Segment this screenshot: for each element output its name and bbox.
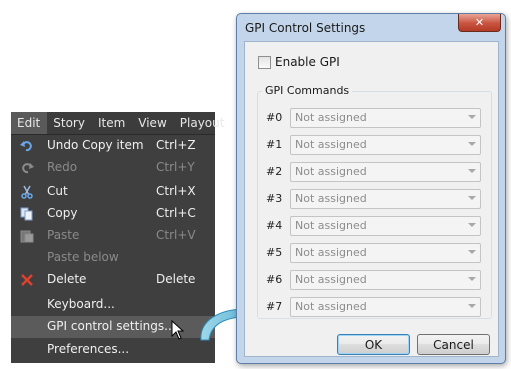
chevron-down-icon: [468, 196, 476, 200]
paste-icon: [19, 228, 35, 244]
gpi-command-row: #6 Not assigned: [245, 270, 498, 292]
gpi-command-select[interactable]: Not assigned: [290, 135, 481, 155]
menu-edit[interactable]: Edit: [11, 112, 48, 134]
menu-item-shortcut: Delete: [156, 272, 196, 286]
enable-gpi-checkbox[interactable]: [258, 56, 271, 69]
menu-item-label: GPI control settings...: [47, 319, 176, 333]
menu-item-copy[interactable]: Copy Ctrl+C: [11, 203, 215, 225]
gpi-command-select[interactable]: Not assigned: [290, 216, 481, 236]
gpi-command-value: Not assigned: [295, 300, 367, 313]
chevron-down-icon: [468, 142, 476, 146]
chevron-down-icon: [468, 115, 476, 119]
menu-item-label: Paste: [47, 228, 80, 242]
gpi-command-select[interactable]: Not assigned: [290, 189, 481, 209]
menu-item-label: Copy: [47, 206, 78, 220]
gpi-command-value: Not assigned: [295, 138, 367, 151]
menu-item-label: Delete: [47, 272, 87, 286]
chevron-down-icon: [468, 277, 476, 281]
menu-item-shortcut: Ctrl+Z: [156, 138, 196, 152]
gpi-command-number: #5: [266, 246, 283, 259]
close-button[interactable]: ✕: [458, 14, 501, 32]
redo-icon: [19, 160, 35, 176]
menu-item-keyboard[interactable]: Keyboard...: [11, 294, 215, 316]
gpi-command-number: #4: [266, 219, 283, 232]
menu-item-shortcut: Ctrl+V: [156, 228, 196, 242]
menu-item-label: Preferences...: [47, 342, 130, 356]
chevron-down-icon: [468, 223, 476, 227]
chevron-down-icon: [468, 169, 476, 173]
ok-button[interactable]: OK: [337, 334, 410, 355]
chevron-down-icon: [468, 250, 476, 254]
gpi-command-row: #1 Not assigned: [245, 135, 498, 157]
menu-view[interactable]: View: [132, 112, 173, 134]
gpi-command-value: Not assigned: [295, 219, 367, 232]
gpi-command-row: #0 Not assigned: [245, 108, 498, 130]
menu-item-label: Paste below: [47, 250, 119, 264]
menu-playout[interactable]: Playout: [174, 112, 232, 134]
cancel-button[interactable]: Cancel: [417, 334, 490, 355]
gpi-command-select[interactable]: Not assigned: [290, 297, 481, 317]
gpi-command-select[interactable]: Not assigned: [290, 243, 481, 263]
gpi-command-row: #2 Not assigned: [245, 162, 498, 184]
gpi-command-row: #4 Not assigned: [245, 216, 498, 238]
menu-item-paste-below[interactable]: Paste below: [11, 247, 215, 269]
menu-item-label: Keyboard...: [47, 297, 115, 311]
delete-x-icon: [19, 272, 35, 288]
scissors-icon: [19, 184, 35, 200]
dialog-titlebar[interactable]: GPI Control Settings ✕: [237, 14, 505, 40]
gpi-commands-group-label: GPI Commands: [262, 84, 353, 97]
menu-item-label: Cut: [47, 184, 68, 198]
menu-item-shortcut: Ctrl+Y: [156, 160, 195, 174]
dialog-client-area: Enable GPI GPI Commands #0 Not assigned …: [244, 41, 499, 357]
gpi-command-value: Not assigned: [295, 165, 367, 178]
menu-item-shortcut: Ctrl+X: [156, 184, 196, 198]
gpi-command-number: #0: [266, 111, 283, 124]
menu-item-label: Redo: [47, 160, 78, 174]
menu-item-undo[interactable]: Undo Copy item Ctrl+Z: [11, 135, 215, 157]
menu-item-redo[interactable]: Redo Ctrl+Y: [11, 157, 215, 179]
chevron-down-icon: [468, 304, 476, 308]
gpi-command-number: #1: [266, 138, 283, 151]
gpi-command-number: #2: [266, 165, 283, 178]
menu-item-cut[interactable]: Cut Ctrl+X: [11, 181, 215, 203]
menu-item[interactable]: Item: [92, 112, 132, 134]
gpi-command-number: #7: [266, 300, 283, 313]
menu-item-label: Undo Copy item: [47, 138, 144, 152]
gpi-command-value: Not assigned: [295, 273, 367, 286]
gpi-command-select[interactable]: Not assigned: [290, 270, 481, 290]
mouse-cursor-icon: [171, 319, 185, 344]
gpi-command-row: #3 Not assigned: [245, 189, 498, 211]
menu-bar: Edit Story Item View Playout: [11, 112, 224, 135]
menu-story[interactable]: Story: [47, 112, 92, 134]
gpi-command-value: Not assigned: [295, 246, 367, 259]
gpi-command-row: #7 Not assigned: [245, 297, 498, 319]
copy-icon: [19, 206, 35, 222]
gpi-control-settings-dialog: GPI Control Settings ✕ Enable GPI GPI Co…: [236, 13, 506, 364]
dialog-title: GPI Control Settings: [245, 21, 366, 35]
enable-gpi-label[interactable]: Enable GPI: [275, 55, 340, 69]
gpi-command-number: #6: [266, 273, 283, 286]
menu-item-delete[interactable]: Delete Delete: [11, 269, 215, 291]
menu-item-shortcut: Ctrl+C: [156, 206, 196, 220]
gpi-command-row: #5 Not assigned: [245, 243, 498, 265]
gpi-command-select[interactable]: Not assigned: [290, 108, 481, 128]
gpi-command-value: Not assigned: [295, 192, 367, 205]
menu-item-paste[interactable]: Paste Ctrl+V: [11, 225, 215, 247]
gpi-command-number: #3: [266, 192, 283, 205]
close-icon: ✕: [474, 16, 485, 29]
undo-icon: [19, 138, 35, 154]
gpi-command-value: Not assigned: [295, 111, 367, 124]
gpi-command-select[interactable]: Not assigned: [290, 162, 481, 182]
